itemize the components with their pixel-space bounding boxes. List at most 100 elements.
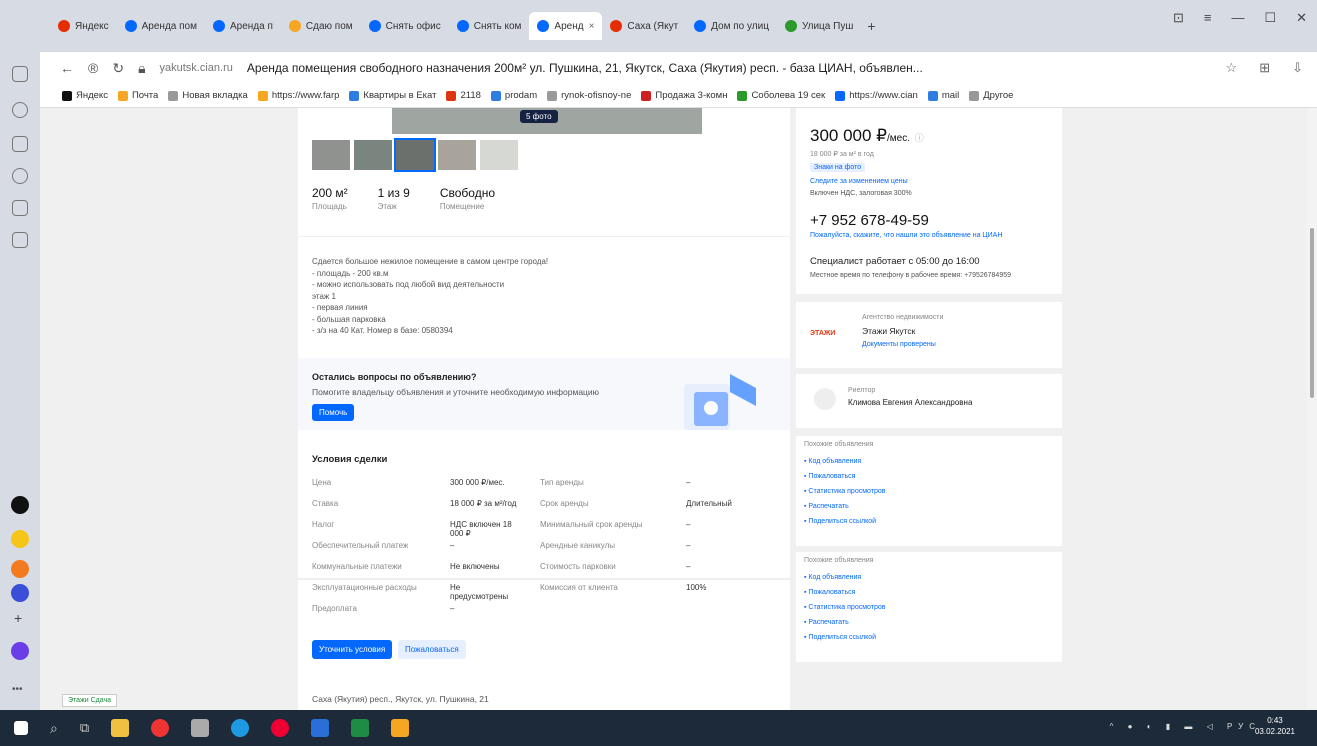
browser-tab[interactable]: Аренд × — [529, 12, 603, 40]
bookmark-favicon-icon — [168, 90, 179, 101]
address-title[interactable]: Аренда помещения свободного назначения 2… — [247, 61, 987, 75]
collections-icon[interactable] — [12, 136, 28, 152]
panel-action-link[interactable]: ▪ Поделиться ссылкой — [804, 518, 876, 525]
clarify-conditions-button[interactable]: Уточнить условия — [312, 640, 393, 659]
bookmark-favicon-icon — [927, 90, 938, 101]
bookmark-item[interactable]: mail — [927, 90, 959, 101]
reload-icon[interactable]: ↻ — [112, 60, 124, 77]
app-icon[interactable] — [191, 719, 210, 737]
bookmark-item[interactable]: Новая вкладка — [168, 90, 248, 101]
bookmark-item[interactable]: Продажа 3-комн — [641, 90, 727, 101]
panel-action-link[interactable]: ▪ Пожаловаться — [804, 473, 855, 480]
panel-action-link[interactable]: ▪ Статистика просмотров — [804, 488, 885, 495]
browser-tab[interactable]: Аренда пом — [117, 12, 205, 40]
yandex-browser-icon[interactable] — [151, 719, 170, 737]
close-tab-icon[interactable]: × — [589, 21, 595, 32]
browser-tab[interactable]: Яндекс — [50, 12, 117, 40]
ask-button[interactable]: Помочь — [312, 404, 355, 421]
browser-tab[interactable]: Дом по улиц — [686, 12, 777, 40]
panel-action-link[interactable]: ▪ Статистика просмотров — [804, 604, 885, 611]
browser-tab[interactable]: Снять ком — [449, 12, 530, 40]
bookmark-item[interactable]: Почта — [117, 90, 158, 101]
thumbnail[interactable] — [438, 140, 476, 170]
thumbnail[interactable] — [480, 140, 518, 170]
opera-icon[interactable] — [271, 719, 290, 737]
panel-action-link[interactable]: ▪ Пожаловаться — [804, 589, 855, 596]
complain-button[interactable]: Пожаловаться — [398, 640, 466, 659]
edge-icon[interactable] — [231, 719, 250, 737]
excel-icon[interactable] — [351, 719, 370, 737]
panel-action-link[interactable]: ▪ Распечатать — [804, 619, 849, 626]
back-icon[interactable]: ← — [60, 60, 74, 76]
window-control-button[interactable]: ≡ — [1204, 10, 1212, 26]
bookmark-icon[interactable]: ☆ — [1226, 60, 1238, 76]
info-icon[interactable]: ⓘ — [915, 133, 924, 143]
browser-tab[interactable]: Саха (Якут — [602, 12, 686, 40]
alice-icon[interactable] — [11, 642, 29, 660]
window-control-button[interactable]: ☐ — [1264, 10, 1276, 26]
add-icon[interactable]: + — [14, 610, 22, 626]
app-icon-1[interactable] — [11, 496, 29, 514]
app-icon-4[interactable] — [11, 584, 29, 602]
browser-tab[interactable]: Улица Пуш — [777, 12, 861, 40]
browser-tab[interactable]: Аренда п — [205, 12, 281, 40]
bookmark-item[interactable]: Другое — [969, 90, 1013, 101]
schedule-note: Местное время по телефону в рабочее врем… — [810, 272, 1012, 279]
window-control-button[interactable]: — — [1231, 10, 1244, 26]
thumbnail[interactable] — [312, 140, 350, 170]
bookmark-item[interactable]: https://www.farp — [257, 90, 339, 101]
app-icon[interactable] — [391, 719, 410, 737]
scrollbar[interactable] — [1307, 108, 1317, 710]
window-control-button[interactable]: ⊡ — [1173, 10, 1184, 26]
saved-search-tab[interactable]: Этажи Сдача — [62, 694, 118, 707]
profile-icon[interactable] — [12, 66, 28, 82]
windows-start-icon[interactable] — [14, 721, 28, 735]
word-icon[interactable] — [311, 719, 330, 737]
scrollbar-thumb[interactable] — [1310, 228, 1314, 398]
panel-action-link[interactable]: ▪ Распечатать — [804, 503, 849, 510]
bookmark-item[interactable]: prodam — [490, 90, 537, 101]
browser-tab[interactable]: Снять офис — [361, 12, 449, 40]
condition-label: Минимальный срок аренды — [540, 520, 643, 529]
bookmark-label: Яндекс — [76, 90, 108, 101]
bookmark-item[interactable]: Соболева 19 сек — [737, 90, 825, 101]
browser-tab[interactable]: Сдаю пом — [281, 12, 361, 40]
play-icon[interactable] — [12, 168, 28, 184]
price-watch-link[interactable]: Следите за изменением цены — [810, 178, 908, 185]
listing-address[interactable]: Саха (Якутия) респ., Якутск, ул. Пушкина… — [312, 694, 489, 704]
history-icon[interactable] — [12, 102, 28, 118]
agency-name[interactable]: Этажи Якутск — [862, 326, 915, 336]
thumbnail-selected[interactable] — [394, 138, 436, 172]
bookmark-item[interactable]: Яндекс — [62, 90, 108, 101]
more-icon[interactable]: ••• — [12, 684, 23, 695]
task-view-icon[interactable]: ⧉ — [80, 720, 89, 736]
phone-number[interactable]: +7 952 678-49-59 — [810, 212, 929, 229]
panel-action-link[interactable]: ▪ Код объявления — [804, 574, 861, 581]
file-explorer-icon[interactable] — [111, 719, 130, 737]
download-icon[interactable]: ⇩ — [1292, 60, 1303, 76]
bookmark-item[interactable]: 2118 — [446, 90, 481, 101]
panel-action-link[interactable]: ▪ Поделиться ссылкой — [804, 634, 876, 641]
app-icon-2[interactable] — [11, 530, 29, 548]
clock[interactable]: 0:43 03.02.2021 — [1255, 715, 1295, 737]
window-control-button[interactable]: ✕ — [1296, 10, 1307, 26]
bookmark-item[interactable]: https://www.cian — [835, 90, 918, 101]
address-domain[interactable]: yakutsk.cian.ru — [160, 62, 233, 74]
app-icon-3[interactable] — [11, 560, 29, 578]
realtor-name[interactable]: Климова Евгения Александровна — [848, 398, 972, 407]
thumbnail[interactable] — [354, 140, 392, 170]
reader-icon[interactable]: ® — [88, 60, 98, 76]
price-per-meter: 18 000 ₽ за м² в год — [810, 151, 874, 158]
bookmark-item[interactable]: Квартиры в Екат — [349, 90, 436, 101]
panel-action-link[interactable]: ▪ Код объявления — [804, 458, 861, 465]
agency-logo[interactable]: ЭТАЖИ — [810, 330, 835, 337]
search-icon[interactable]: ⌕ — [50, 720, 58, 737]
stat-label: Этаж — [377, 202, 397, 211]
photo-count-badge[interactable]: 5 фото — [520, 110, 558, 123]
notes-icon[interactable] — [12, 200, 28, 216]
tab-label: Аренда пом — [141, 20, 197, 32]
bookmark-item[interactable]: rynok-ofisnoy-ne — [547, 90, 631, 101]
screenshot-icon[interactable] — [12, 232, 28, 248]
new-tab-button[interactable]: + — [867, 18, 875, 34]
extensions-icon[interactable]: ⊞ — [1259, 60, 1270, 76]
